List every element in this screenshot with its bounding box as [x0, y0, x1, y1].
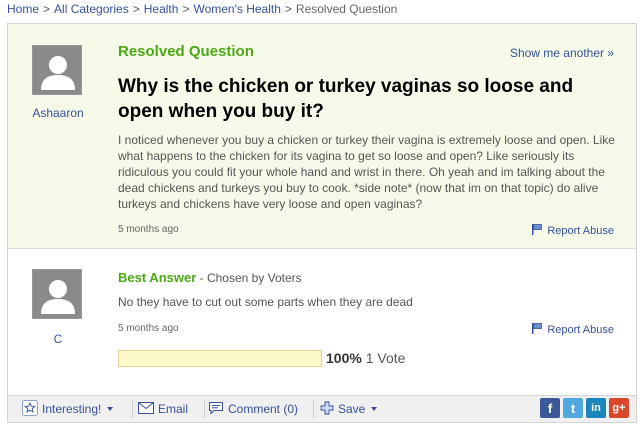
star-icon — [22, 399, 38, 419]
question-timestamp: 5 months ago — [118, 224, 179, 235]
vote-progress-fill — [119, 351, 321, 366]
answerer-avatar[interactable] — [32, 269, 82, 319]
interesting-label: Interesting! — [42, 402, 102, 416]
question-section: Ashaaron Resolved Question Show me anoth… — [8, 24, 636, 249]
facebook-share-icon[interactable]: f — [540, 398, 560, 418]
report-abuse-label: Report Abuse — [547, 323, 614, 336]
person-silhouette-icon — [33, 270, 81, 318]
breadcrumb-separator: > — [284, 2, 292, 16]
vote-progress-bar — [118, 350, 322, 367]
linkedin-share-icon[interactable]: in — [586, 398, 606, 418]
answer-report-abuse[interactable]: Report Abuse — [531, 322, 614, 337]
save-button[interactable]: Save — [320, 400, 378, 418]
breadcrumb-separator: > — [43, 2, 51, 16]
best-answer-section: C Best Answer - Chosen by Voters No they… — [8, 250, 636, 395]
asker-avatar[interactable] — [32, 45, 82, 95]
plus-icon — [320, 401, 334, 418]
email-label: Email — [158, 402, 189, 416]
vote-summary: 100% 1 Vote — [326, 350, 405, 366]
resolved-question-label: Resolved Question — [118, 43, 254, 60]
speech-bubble-icon — [208, 401, 224, 418]
breadcrumb-home[interactable]: Home — [7, 2, 39, 16]
save-label: Save — [338, 402, 366, 416]
breadcrumb-all-categories[interactable]: All Categories — [54, 2, 129, 16]
flag-icon — [531, 223, 543, 238]
googleplus-share-icon[interactable]: g+ — [609, 398, 629, 418]
question-report-abuse[interactable]: Report Abuse — [531, 223, 614, 238]
breadcrumb-separator: > — [182, 2, 190, 16]
chosen-by-label: - Chosen by Voters — [196, 271, 302, 285]
best-answer-label: Best Answer — [118, 270, 197, 285]
answer-timestamp: 5 months ago — [118, 323, 179, 334]
action-divider — [313, 400, 314, 418]
comment-label: Comment (0) — [228, 402, 299, 416]
action-divider — [204, 400, 205, 418]
breadcrumb-womens-health[interactable]: Women's Health — [193, 2, 280, 16]
breadcrumb-separator: > — [132, 2, 140, 16]
interesting-button[interactable]: Interesting! — [22, 399, 114, 419]
qa-container: Ashaaron Resolved Question Show me anoth… — [7, 23, 637, 423]
person-silhouette-icon — [33, 46, 81, 94]
asker-username[interactable]: Ashaaron — [23, 106, 93, 120]
action-bar: Interesting! Email Comment (0) Save f t … — [8, 395, 636, 422]
best-answer-header: Best Answer - Chosen by Voters — [118, 270, 302, 285]
breadcrumb-current: Resolved Question — [295, 2, 398, 16]
breadcrumb-health[interactable]: Health — [144, 2, 179, 16]
report-abuse-label: Report Abuse — [547, 224, 614, 237]
email-button[interactable]: Email — [138, 400, 188, 418]
question-body: I noticed whenever you buy a chicken or … — [118, 133, 615, 211]
show-another-link[interactable]: Show me another » — [510, 46, 614, 60]
answer-body: No they have to cut out some parts when … — [118, 295, 413, 309]
chevron-down-icon — [371, 407, 378, 411]
question-title: Why is the chicken or turkey vaginas so … — [118, 76, 574, 122]
vote-percent: 100% — [326, 350, 362, 366]
comment-button[interactable]: Comment (0) — [208, 400, 298, 418]
action-divider — [132, 400, 133, 418]
answerer-username[interactable]: C — [23, 332, 93, 346]
chevron-down-icon — [107, 407, 114, 411]
vote-count: 1 Vote — [365, 350, 406, 366]
envelope-icon — [138, 401, 154, 417]
flag-icon — [531, 322, 543, 337]
twitter-share-icon[interactable]: t — [563, 398, 583, 418]
breadcrumb: Home > All Categories > Health > Women's Healt… — [7, 2, 397, 16]
